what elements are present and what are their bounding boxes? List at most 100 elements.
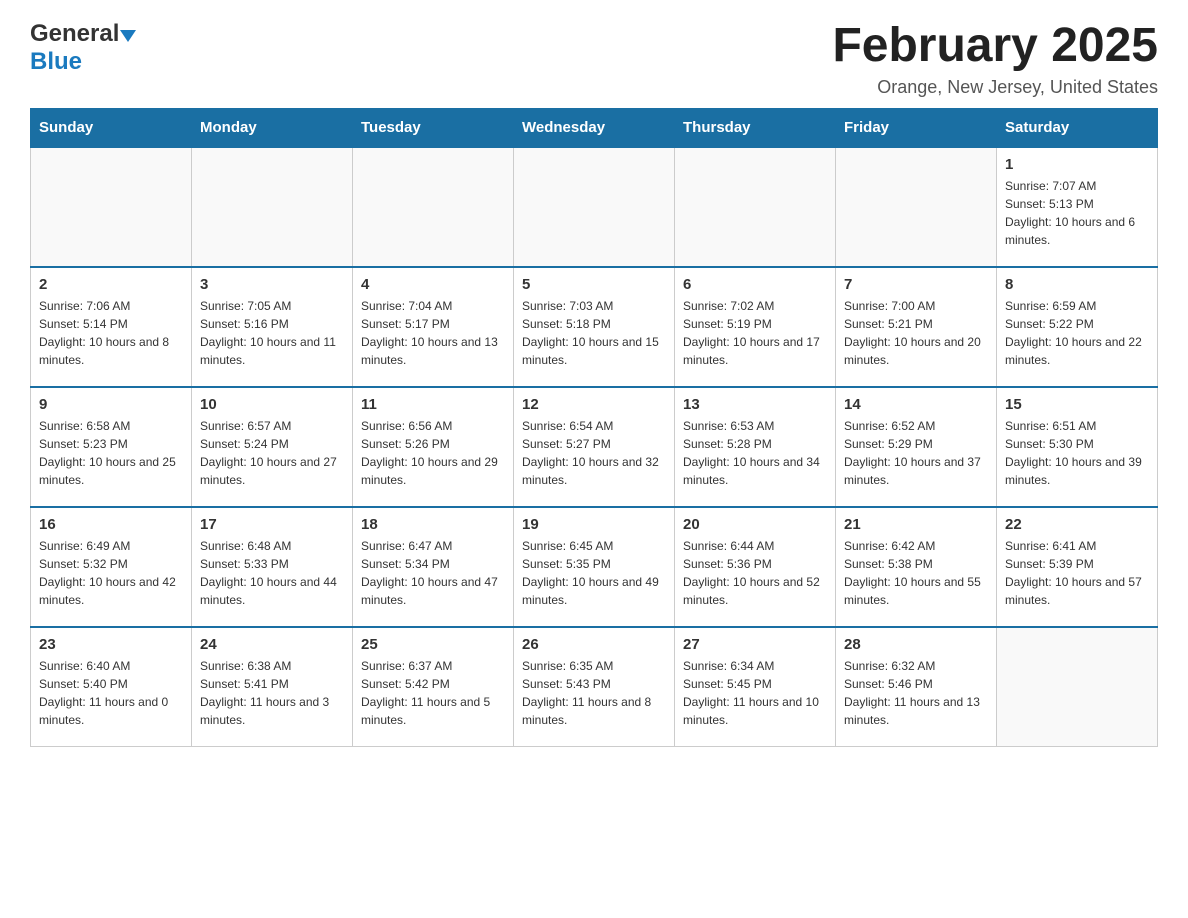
day-info: Sunrise: 6:38 AMSunset: 5:41 PMDaylight:… — [200, 657, 344, 729]
calendar-cell: 9Sunrise: 6:58 AMSunset: 5:23 PMDaylight… — [31, 387, 192, 507]
calendar-cell: 16Sunrise: 6:49 AMSunset: 5:32 PMDayligh… — [31, 507, 192, 627]
calendar-cell — [997, 627, 1158, 747]
weekday-header-sunday: Sunday — [31, 108, 192, 147]
day-number: 28 — [844, 636, 988, 653]
title-area: February 2025 Orange, New Jersey, United… — [832, 20, 1158, 98]
day-info: Sunrise: 6:32 AMSunset: 5:46 PMDaylight:… — [844, 657, 988, 729]
calendar-cell: 18 Sunrise: 6:47 AMSunset: 5:34 PMDayligh… — [353, 507, 514, 627]
day-info: Sunrise: 6:52 AMSunset: 5:29 PMDaylight:… — [844, 417, 988, 489]
calendar-cell: 5 Sunrise: 7:03 AMSunset: 5:18 PMDaylight… — [514, 267, 675, 387]
day-number: 13 — [683, 396, 827, 413]
calendar-cell: 10 Sunrise: 6:57 AMSunset: 5:24 PMDayligh… — [192, 387, 353, 507]
day-number: 27 — [683, 636, 827, 653]
calendar-week-row: 2 Sunrise: 7:06 AMSunset: 5:14 PMDaylight… — [31, 267, 1158, 387]
day-info: Sunrise: 6:37 AMSunset: 5:42 PMDaylight:… — [361, 657, 505, 729]
day-number: 8 — [1005, 276, 1149, 293]
calendar-cell — [675, 147, 836, 267]
calendar-cell: 22Sunrise: 6:41 AMSunset: 5:39 PMDayligh… — [997, 507, 1158, 627]
calendar-cell: 4Sunrise: 7:04 AMSunset: 5:17 PMDaylight… — [353, 267, 514, 387]
logo-triangle-icon — [120, 30, 136, 42]
day-number: 18 — [361, 516, 505, 533]
day-number: 19 — [522, 516, 666, 533]
day-info: Sunrise: 7:00 AMSunset: 5:21 PMDaylight:… — [844, 297, 988, 369]
day-number: 4 — [361, 276, 505, 293]
calendar-cell — [31, 147, 192, 267]
calendar-cell: 23 Sunrise: 6:40 AMSunset: 5:40 PMDayligh… — [31, 627, 192, 747]
day-info: Sunrise: 6:59 AMSunset: 5:22 PMDaylight:… — [1005, 297, 1149, 369]
weekday-header-saturday: Saturday — [997, 108, 1158, 147]
day-info: Sunrise: 6:44 AMSunset: 5:36 PMDaylight:… — [683, 537, 827, 609]
calendar-cell: 19 Sunrise: 6:45 AMSunset: 5:35 PMDayligh… — [514, 507, 675, 627]
day-number: 2 — [39, 276, 183, 293]
day-info: Sunrise: 6:51 AMSunset: 5:30 PMDaylight:… — [1005, 417, 1149, 489]
calendar-cell — [514, 147, 675, 267]
weekday-row: SundayMondayTuesdayWednesdayThursdayFrid… — [31, 108, 1158, 147]
day-number: 1 — [1005, 156, 1149, 173]
calendar-cell: 6Sunrise: 7:02 AMSunset: 5:19 PMDaylight… — [675, 267, 836, 387]
day-number: 14 — [844, 396, 988, 413]
weekday-header-friday: Friday — [836, 108, 997, 147]
calendar-table: SundayMondayTuesdayWednesdayThursdayFrid… — [30, 108, 1158, 748]
day-number: 11 — [361, 396, 505, 413]
calendar-body: 1 Sunrise: 7:07 AMSunset: 5:13 PMDaylight… — [31, 147, 1158, 747]
day-info: Sunrise: 6:47 AMSunset: 5:34 PMDaylight:… — [361, 537, 505, 609]
day-info: Sunrise: 6:35 AMSunset: 5:43 PMDaylight:… — [522, 657, 666, 729]
day-info: Sunrise: 6:45 AMSunset: 5:35 PMDaylight:… — [522, 537, 666, 609]
day-info: Sunrise: 7:03 AMSunset: 5:18 PMDaylight:… — [522, 297, 666, 369]
calendar-cell: 14 Sunrise: 6:52 AMSunset: 5:29 PMDayligh… — [836, 387, 997, 507]
day-info: Sunrise: 7:05 AMSunset: 5:16 PMDaylight:… — [200, 297, 344, 369]
calendar-cell: 3 Sunrise: 7:05 AMSunset: 5:16 PMDaylight… — [192, 267, 353, 387]
calendar-cell: 25 Sunrise: 6:37 AMSunset: 5:42 PMDayligh… — [353, 627, 514, 747]
day-number: 24 — [200, 636, 344, 653]
calendar-cell — [353, 147, 514, 267]
day-info: Sunrise: 6:34 AMSunset: 5:45 PMDaylight:… — [683, 657, 827, 729]
day-info: Sunrise: 7:06 AMSunset: 5:14 PMDaylight:… — [39, 297, 183, 369]
day-info: Sunrise: 6:49 AMSunset: 5:32 PMDaylight:… — [39, 537, 183, 609]
calendar-cell — [192, 147, 353, 267]
day-info: Sunrise: 6:42 AMSunset: 5:38 PMDaylight:… — [844, 537, 988, 609]
day-info: Sunrise: 6:57 AMSunset: 5:24 PMDaylight:… — [200, 417, 344, 489]
weekday-header-wednesday: Wednesday — [514, 108, 675, 147]
calendar-cell: 28 Sunrise: 6:32 AMSunset: 5:46 PMDayligh… — [836, 627, 997, 747]
day-number: 26 — [522, 636, 666, 653]
day-info: Sunrise: 6:54 AMSunset: 5:27 PMDaylight:… — [522, 417, 666, 489]
day-info: Sunrise: 6:56 AMSunset: 5:26 PMDaylight:… — [361, 417, 505, 489]
day-number: 7 — [844, 276, 988, 293]
calendar-week-row: 1 Sunrise: 7:07 AMSunset: 5:13 PMDaylight… — [31, 147, 1158, 267]
day-number: 25 — [361, 636, 505, 653]
calendar-cell: 27 Sunrise: 6:34 AMSunset: 5:45 PMDayligh… — [675, 627, 836, 747]
logo: General Blue — [30, 20, 136, 76]
day-info: Sunrise: 7:02 AMSunset: 5:19 PMDaylight:… — [683, 297, 827, 369]
day-number: 9 — [39, 396, 183, 413]
calendar-cell: 8 Sunrise: 6:59 AMSunset: 5:22 PMDaylight… — [997, 267, 1158, 387]
calendar-cell — [836, 147, 997, 267]
day-number: 22 — [1005, 516, 1149, 533]
calendar-week-row: 23 Sunrise: 6:40 AMSunset: 5:40 PMDayligh… — [31, 627, 1158, 747]
day-info: Sunrise: 7:07 AMSunset: 5:13 PMDaylight:… — [1005, 177, 1149, 249]
calendar-cell: 15Sunrise: 6:51 AMSunset: 5:30 PMDayligh… — [997, 387, 1158, 507]
calendar-cell: 17Sunrise: 6:48 AMSunset: 5:33 PMDayligh… — [192, 507, 353, 627]
calendar-header: SundayMondayTuesdayWednesdayThursdayFrid… — [31, 108, 1158, 147]
header: General Blue February 2025 Orange, New J… — [30, 20, 1158, 98]
location-subtitle: Orange, New Jersey, United States — [832, 77, 1158, 98]
month-title: February 2025 — [832, 20, 1158, 73]
calendar-cell: 13 Sunrise: 6:53 AMSunset: 5:28 PMDayligh… — [675, 387, 836, 507]
calendar-week-row: 16Sunrise: 6:49 AMSunset: 5:32 PMDayligh… — [31, 507, 1158, 627]
calendar-cell: 24 Sunrise: 6:38 AMSunset: 5:41 PMDayligh… — [192, 627, 353, 747]
day-number: 5 — [522, 276, 666, 293]
calendar-cell: 21Sunrise: 6:42 AMSunset: 5:38 PMDayligh… — [836, 507, 997, 627]
day-number: 3 — [200, 276, 344, 293]
day-number: 20 — [683, 516, 827, 533]
calendar-cell: 26 Sunrise: 6:35 AMSunset: 5:43 PMDayligh… — [514, 627, 675, 747]
day-number: 10 — [200, 396, 344, 413]
day-info: Sunrise: 6:53 AMSunset: 5:28 PMDaylight:… — [683, 417, 827, 489]
logo-general-text: General — [30, 20, 119, 48]
calendar-cell: 11 Sunrise: 6:56 AMSunset: 5:26 PMDayligh… — [353, 387, 514, 507]
day-number: 17 — [200, 516, 344, 533]
calendar-week-row: 9Sunrise: 6:58 AMSunset: 5:23 PMDaylight… — [31, 387, 1158, 507]
logo-blue-text: Blue — [30, 48, 82, 76]
day-number: 23 — [39, 636, 183, 653]
day-info: Sunrise: 6:40 AMSunset: 5:40 PMDaylight:… — [39, 657, 183, 729]
calendar-cell: 12Sunrise: 6:54 AMSunset: 5:27 PMDayligh… — [514, 387, 675, 507]
weekday-header-monday: Monday — [192, 108, 353, 147]
